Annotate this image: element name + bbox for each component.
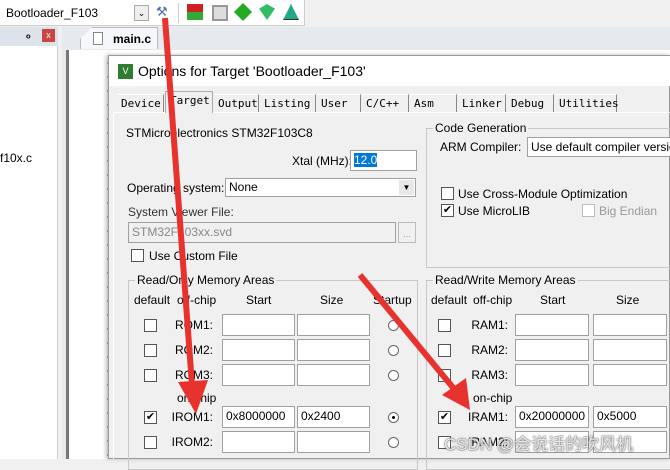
watermark: CSDN @会说话的吹风机 [444,435,634,454]
arrow-shaft-ram [357,273,458,392]
arrow-head-rom [178,380,208,414]
annotation-arrows [162,17,470,414]
arrow-shaft-rom [162,17,195,386]
